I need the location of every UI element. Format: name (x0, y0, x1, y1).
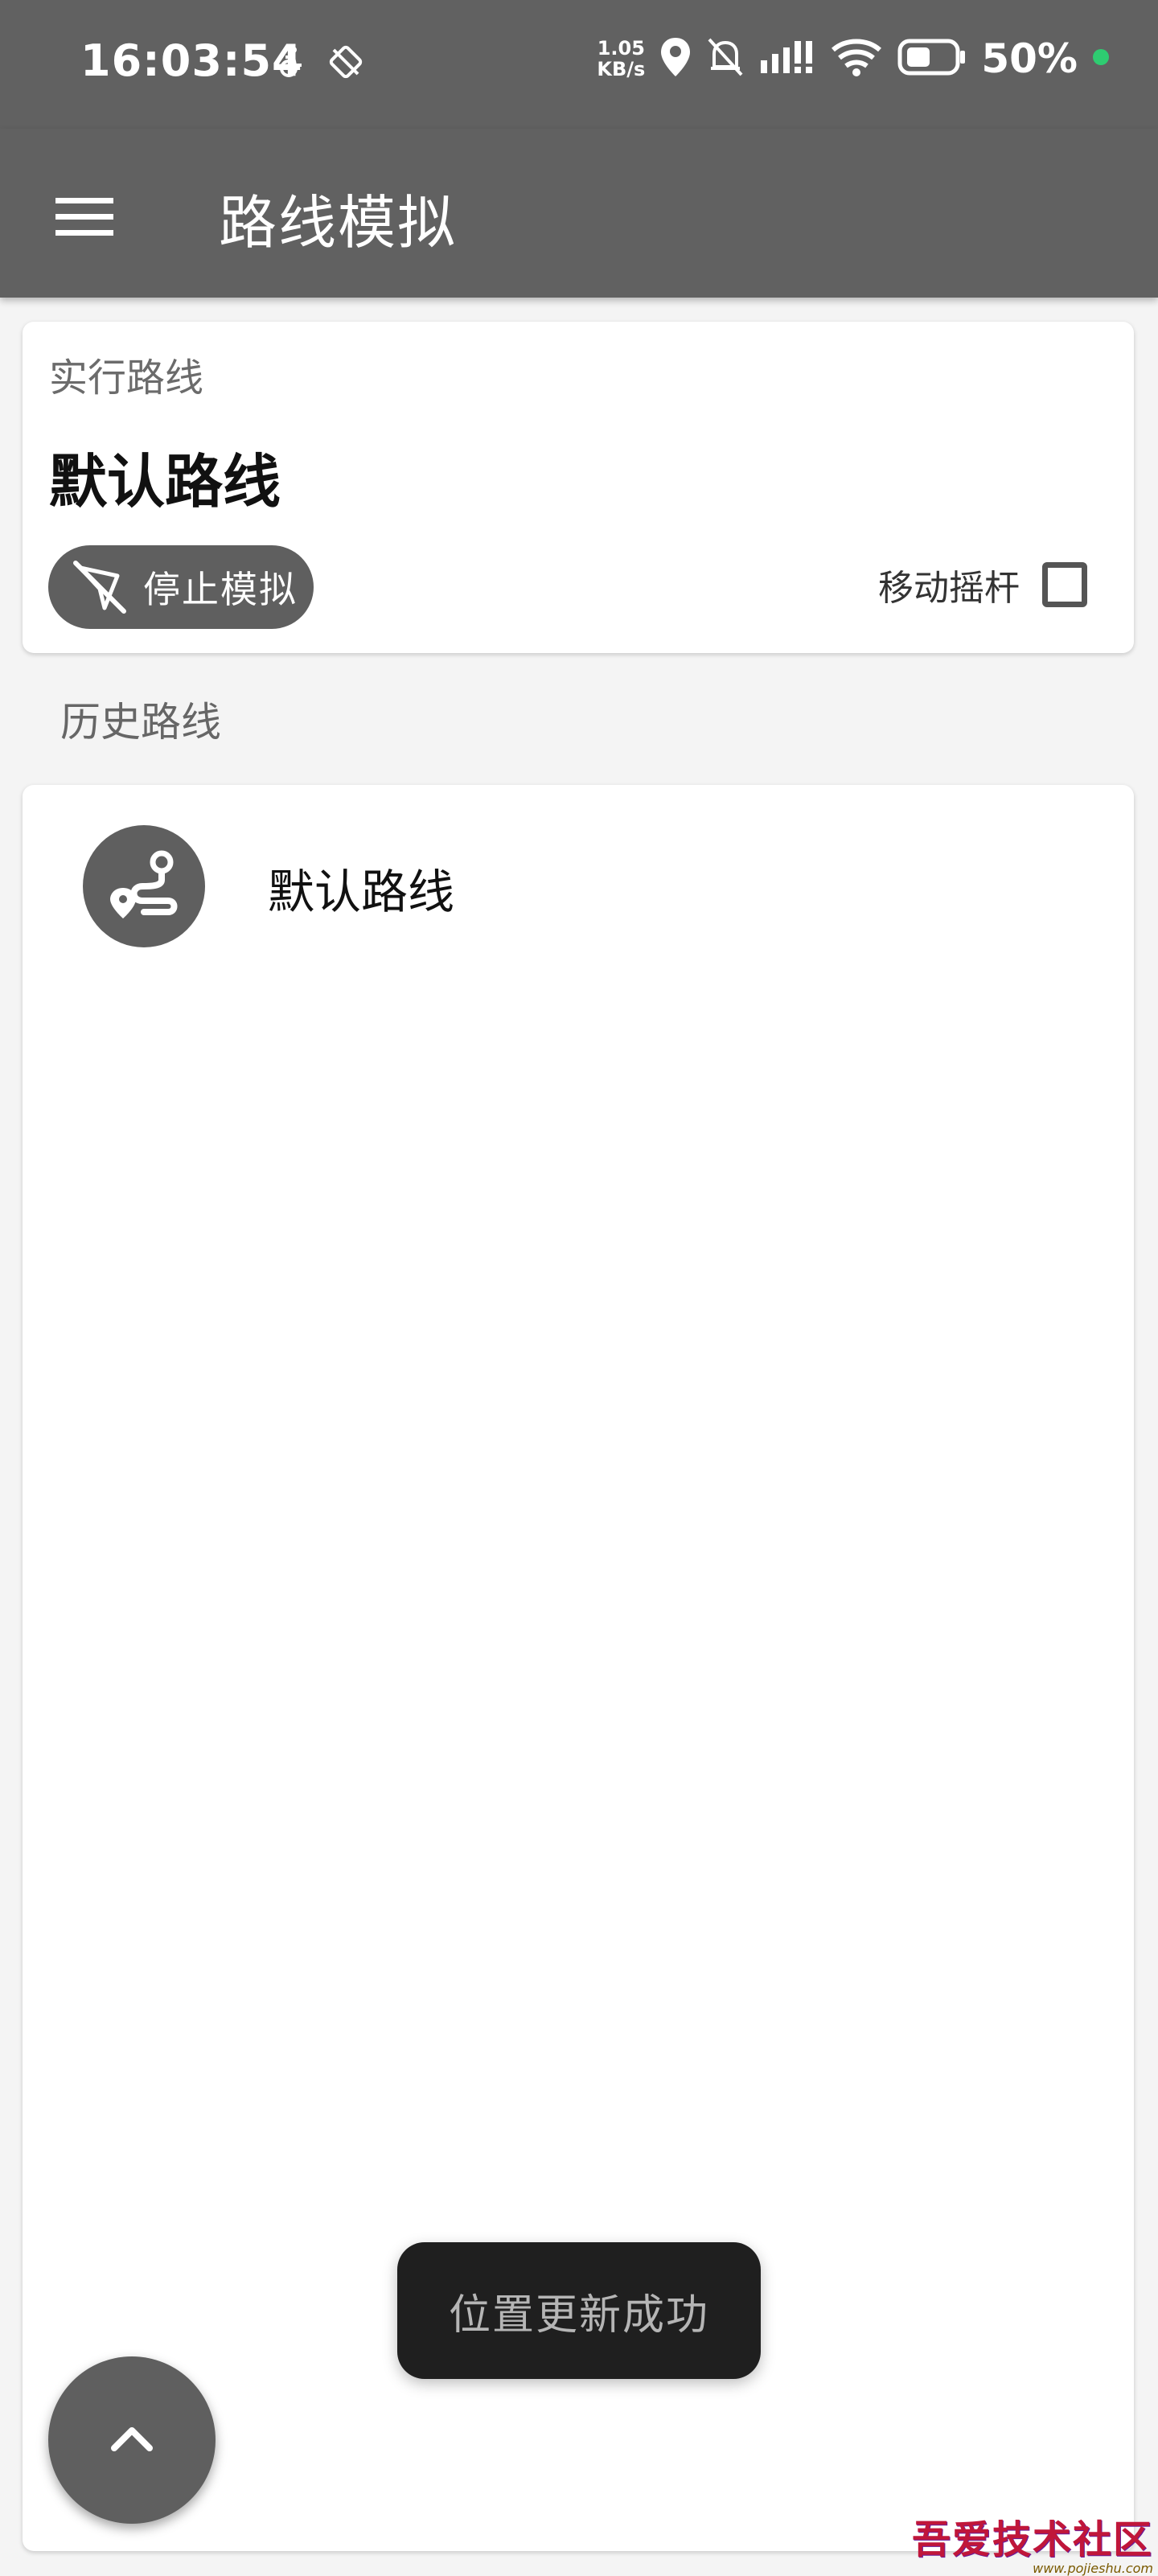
watermark: 吾爱技术社区 www.pojieshu.com (912, 2508, 1153, 2576)
signal-icon (759, 39, 815, 78)
menu-button[interactable] (40, 185, 129, 253)
chevron-up-icon (108, 2422, 156, 2458)
current-route-name: 默认路线 (49, 448, 281, 516)
speed-unit: KB/s (597, 58, 646, 80)
page-title: 路线模拟 (219, 189, 458, 257)
location-off-icon (69, 557, 130, 618)
privacy-dot-icon (1092, 48, 1110, 69)
joystick-toggle: 移动摇杆 (878, 559, 1087, 610)
route-name: 默认路线 (268, 865, 455, 919)
current-route-card: 实行路线 默认路线 停止模拟 移动摇杆 (23, 322, 1134, 653)
status-bar: 16:03:54 1.05 KB/s 50% (0, 0, 1158, 129)
wifi-icon (830, 37, 883, 80)
toast-message: 位置更新成功 (397, 2242, 761, 2379)
battery-percent: 50% (981, 35, 1078, 82)
status-left-icons (277, 43, 364, 84)
hamburger-menu-icon (54, 195, 115, 243)
watermark-url: www.pojieshu.com (1033, 2561, 1153, 2576)
route-icon (83, 825, 205, 947)
joystick-checkbox[interactable] (1042, 562, 1087, 607)
app-bar: 路线模拟 (0, 129, 1158, 298)
location-icon (659, 36, 692, 81)
stop-simulation-label: 停止模拟 (143, 568, 298, 611)
history-section-label: 历史路线 (60, 699, 221, 746)
status-right-icons: 1.05 KB/s 50% (597, 35, 1110, 82)
network-speed: 1.05 KB/s (597, 38, 645, 80)
battery-icon (897, 39, 967, 79)
accessibility-icon (277, 46, 305, 81)
sync-off-icon (327, 43, 364, 84)
stop-simulation-button[interactable]: 停止模拟 (48, 545, 314, 629)
current-route-label: 实行路线 (49, 355, 204, 401)
joystick-label: 移动摇杆 (878, 568, 1020, 609)
watermark-text: 吾爱技术社区 (911, 2517, 1153, 2562)
bell-off-icon (706, 36, 745, 81)
list-item[interactable]: 默认路线 (23, 804, 1134, 965)
scroll-up-button[interactable] (48, 2356, 216, 2524)
speed-value: 1.05 (597, 37, 645, 60)
status-time: 16:03:54 (80, 35, 303, 86)
